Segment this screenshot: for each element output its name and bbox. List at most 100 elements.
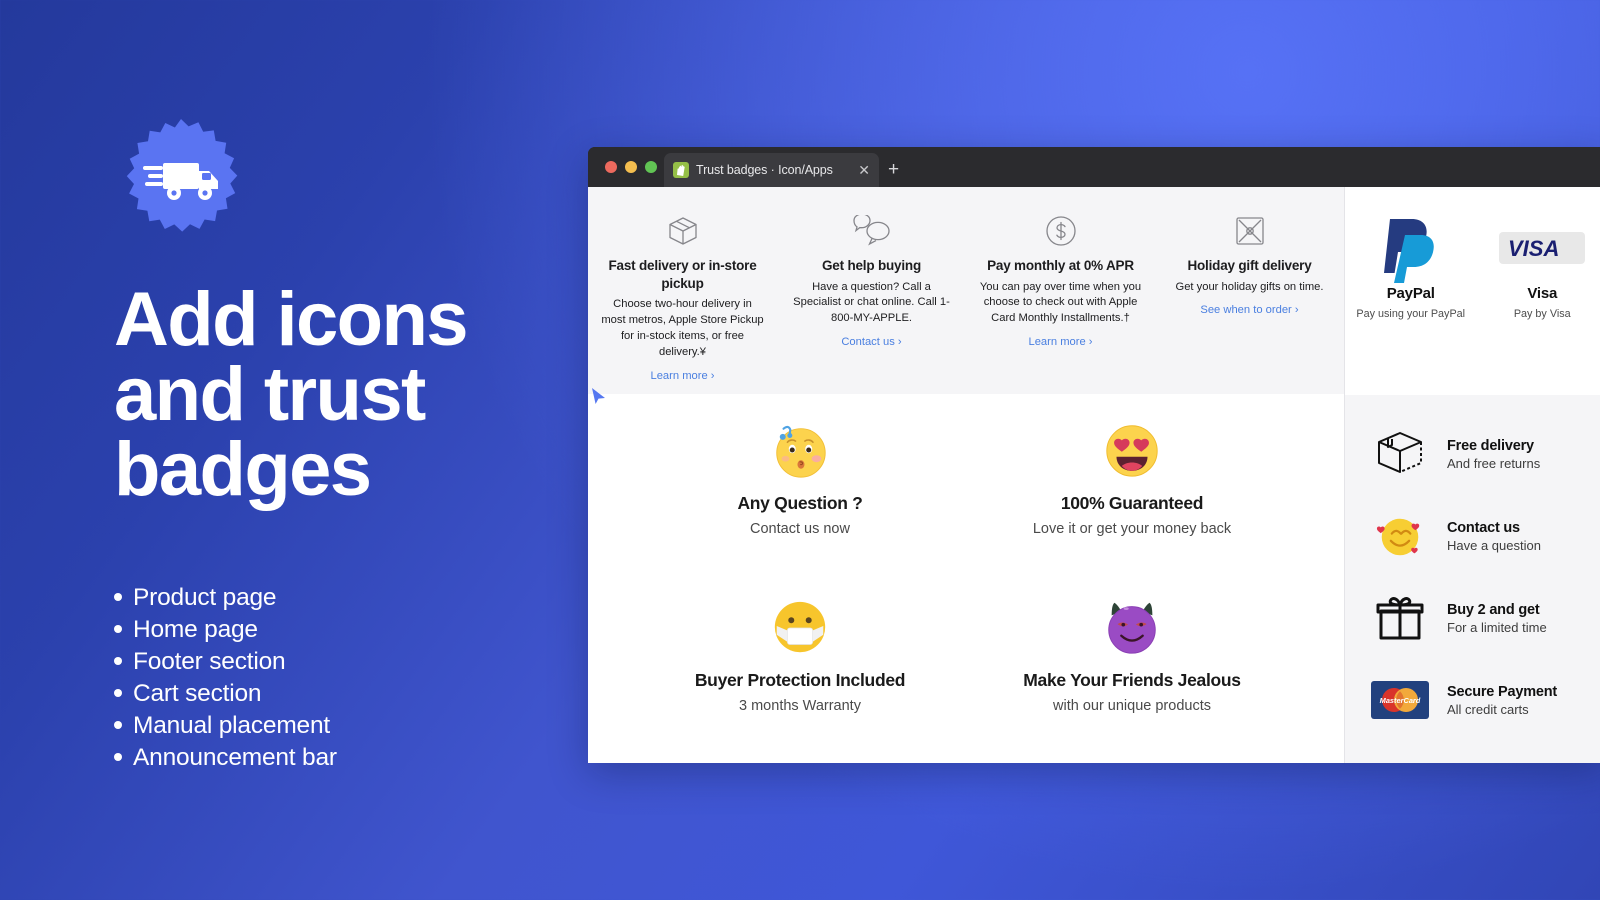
trust-card-body: Get your holiday gifts on time. [1175, 280, 1324, 293]
whistling-face-emoji [634, 419, 966, 481]
tab-title: Trust badges · Icon/Apps [696, 163, 833, 177]
window-controls [605, 161, 657, 173]
mastercard-logo: MasterCard [1369, 681, 1431, 719]
browser-titlebar: Trust badges · Icon/Apps ✕ + [588, 147, 1600, 187]
list-item: Home page [114, 614, 574, 646]
bullet-dot-icon [114, 753, 122, 761]
emoji-badge-body: Contact us now [750, 521, 850, 538]
emoji-badge-buyer-protection: Buyer Protection Included 3 months Warra… [634, 586, 966, 763]
delivery-truck-badge [117, 117, 245, 245]
apple-trust-strip: Fast delivery or in-store pickup Choose … [588, 187, 1344, 394]
smiling-face-with-horns-emoji [966, 596, 1298, 658]
title-line-2: and trust [114, 352, 426, 438]
emoji-badge-guaranteed: 100% Guaranteed Love it or get your mone… [966, 409, 1298, 586]
trust-card-heading: Get help buying [821, 258, 921, 273]
trust-card-fast-delivery: Fast delivery or in-store pickup Choose … [588, 187, 777, 394]
visa-logo: VISA [1483, 211, 1600, 285]
trust-list-item-free-delivery: Free delivery And free returns [1369, 413, 1600, 495]
payment-badge-heading: PayPal [1386, 285, 1435, 302]
trust-card-get-help-buying: Get help buying Have a question? Call a … [777, 187, 966, 394]
title-line-3: badges [114, 427, 372, 513]
emoji-badge-grid: Any Question ? Contact us now 100% Guara… [588, 395, 1344, 763]
emoji-badge-body: with our unique products [1053, 698, 1211, 715]
face-with-medical-mask-emoji [634, 596, 966, 658]
trust-list-heading: Free delivery [1447, 437, 1534, 454]
bullet-dot-icon [114, 721, 122, 729]
svg-text:VISA: VISA [1508, 236, 1559, 261]
list-item-label: Cart section [133, 680, 262, 707]
payment-badge-heading: Visa [1527, 285, 1558, 302]
list-item-label: Manual placement [133, 712, 330, 739]
trust-list-heading: Buy 2 and get [1447, 601, 1540, 618]
payment-badge-visa: VISA Visa Pay by Visa [1477, 211, 1600, 394]
payment-badge-paypal: PayPal Pay using your PayPal [1345, 211, 1477, 394]
shopify-icon [673, 162, 689, 178]
trust-card-heading: Fast delivery or in-store pickup [608, 258, 757, 291]
dollar-circle-icon [1044, 209, 1078, 253]
close-window-button[interactable] [605, 161, 617, 173]
emoji-badge-body: 3 months Warranty [739, 698, 861, 715]
payment-badge-strip: PayPal Pay using your PayPal VISA Visa P… [1345, 187, 1600, 394]
title-line-1: Add icons [114, 277, 469, 362]
trust-card-holiday-gift: Holiday gift delivery Get your holiday g… [1155, 187, 1344, 394]
placement-list: Product page Home page Footer section Ca… [114, 582, 574, 774]
trust-list-body: All credit carts [1447, 701, 1529, 717]
list-item-label: Product page [133, 584, 277, 611]
browser-window: Trust badges · Icon/Apps ✕ + Fast delive… [588, 147, 1600, 763]
trust-list-body: For a limited time [1447, 619, 1547, 635]
trust-list-body: And free returns [1447, 455, 1541, 471]
list-item-label: Home page [133, 616, 258, 643]
emoji-badge-body: Love it or get your money back [1032, 521, 1232, 538]
zoom-window-button[interactable] [645, 161, 657, 173]
list-item: Announcement bar [114, 742, 574, 774]
paypal-logo [1351, 211, 1471, 285]
list-item: Footer section [114, 646, 574, 678]
trust-list-item-buy-2-and-get: Buy 2 and get For a limited time [1369, 577, 1600, 659]
bullet-dot-icon [114, 625, 122, 633]
trust-card-link[interactable]: Contact us › [841, 336, 901, 348]
payment-badge-body: Pay using your PayPal [1356, 308, 1466, 320]
package-box-icon [1369, 429, 1431, 479]
hero-panel: Add icons and trust badges Product page … [0, 0, 590, 900]
trust-card-link[interactable]: Learn more › [650, 370, 714, 382]
trust-list-item-secure-payment: MasterCard Secure Payment All credit car… [1369, 659, 1600, 741]
browser-tab[interactable]: Trust badges · Icon/Apps ✕ [664, 153, 879, 187]
emoji-badge-heading: Any Question ? [737, 493, 863, 513]
trust-card-heading: Holiday gift delivery [1187, 258, 1312, 273]
emoji-badge-heading: Make Your Friends Jealous [1023, 670, 1241, 690]
trust-list-body: Have a question [1447, 537, 1541, 553]
cursor-arrow-icon [592, 388, 605, 404]
chat-bubbles-icon [852, 209, 891, 253]
list-item: Manual placement [114, 710, 574, 742]
panel-divider [1344, 187, 1345, 763]
gift-box-icon [1233, 209, 1267, 253]
heart-eyes-emoji [966, 419, 1298, 481]
emoji-badge-heading: Buyer Protection Included [694, 670, 906, 690]
close-icon[interactable]: ✕ [858, 163, 870, 177]
trust-list-heading: Secure Payment [1447, 683, 1558, 700]
emoji-badge-friends-jealous: Make Your Friends Jealous with our uniqu… [966, 586, 1298, 763]
browser-viewport: Fast delivery or in-store pickup Choose … [588, 187, 1600, 763]
trust-list-heading: Contact us [1447, 519, 1520, 536]
bullet-dot-icon [114, 689, 122, 697]
trust-card-link[interactable]: Learn more › [1028, 336, 1092, 348]
page-title: Add icons and trust badges [114, 277, 584, 513]
list-item: Cart section [114, 678, 574, 710]
smiling-face-with-hearts-emoji [1369, 511, 1431, 561]
emoji-badge-any-question: Any Question ? Contact us now [634, 409, 966, 586]
box-icon [665, 209, 701, 253]
new-tab-button[interactable]: + [888, 160, 899, 179]
trust-card-body: Have a question? Call a Specialist or ch… [793, 280, 950, 325]
trust-card-pay-monthly: Pay monthly at 0% APR You can pay over t… [966, 187, 1155, 394]
trust-card-link[interactable]: See when to order › [1200, 304, 1298, 316]
trust-card-body: Choose two-hour delivery in most metros,… [601, 298, 764, 358]
bullet-dot-icon [114, 593, 122, 601]
trust-card-body: You can pay over time when you choose to… [979, 280, 1142, 325]
svg-text:MasterCard: MasterCard [1380, 696, 1421, 705]
bullet-dot-icon [114, 657, 122, 665]
trust-card-heading: Pay monthly at 0% APR [987, 258, 1134, 273]
emoji-badge-heading: 100% Guaranteed [1060, 493, 1204, 513]
list-item-label: Footer section [133, 648, 286, 675]
minimize-window-button[interactable] [625, 161, 637, 173]
list-item-label: Announcement bar [133, 744, 337, 771]
